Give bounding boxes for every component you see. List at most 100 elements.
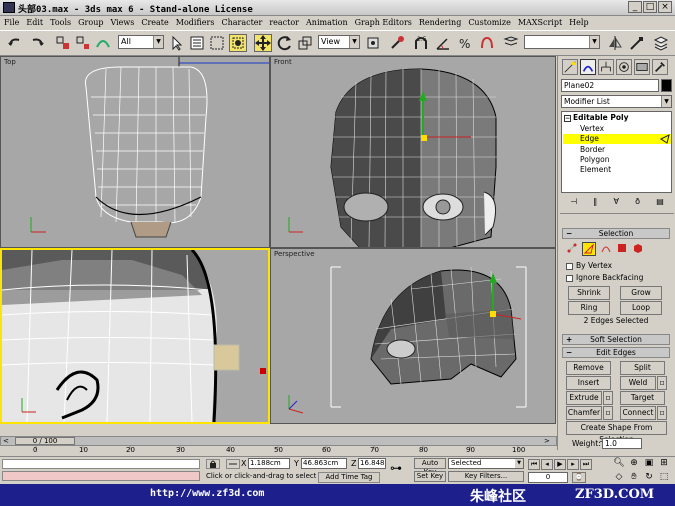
lock-selection-icon[interactable] xyxy=(206,459,220,469)
select-and-manipulate-icon[interactable] xyxy=(388,34,406,52)
viewport-perspective[interactable]: Perspective xyxy=(270,248,556,424)
create-tab-icon[interactable] xyxy=(562,59,578,75)
arc-rotate-icon[interactable]: ↻ xyxy=(642,472,656,485)
layer-manager-icon[interactable] xyxy=(652,34,670,52)
viewport-front[interactable]: Front xyxy=(270,56,556,248)
select-and-scale-icon[interactable] xyxy=(296,34,314,52)
app-icon[interactable] xyxy=(3,2,15,13)
unlink-icon[interactable] xyxy=(74,34,92,52)
set-key-button[interactable]: Set Key xyxy=(414,471,446,482)
redo-icon[interactable] xyxy=(28,34,46,52)
go-to-end-icon[interactable]: ⏭ xyxy=(580,459,592,470)
key-filters-button[interactable]: Key Filters... xyxy=(448,471,524,482)
key-mode-select[interactable]: Selected ▼ xyxy=(448,458,524,469)
chamfer-settings-button[interactable]: ▫ xyxy=(603,406,613,420)
hierarchy-tab-icon[interactable] xyxy=(598,59,614,75)
menu-create[interactable]: Create xyxy=(137,16,171,27)
undo-icon[interactable] xyxy=(6,34,24,52)
menu-views[interactable]: Views xyxy=(106,16,137,27)
loop-button[interactable]: Loop xyxy=(620,301,662,315)
weld-button[interactable]: Weld xyxy=(620,376,656,390)
border-level-icon[interactable] xyxy=(600,242,612,256)
zoom-icon[interactable]: 🔍︎ xyxy=(612,458,626,471)
zoom-all-icon[interactable]: ⊕ xyxy=(627,458,641,471)
viewport-left-active[interactable] xyxy=(0,248,270,424)
select-object-icon[interactable] xyxy=(168,34,186,52)
viewport-label-front[interactable]: Front xyxy=(274,58,292,66)
time-configuration-icon[interactable]: ⌚ xyxy=(572,472,586,483)
prev-frame-icon[interactable]: < xyxy=(3,437,13,445)
mirror-icon[interactable] xyxy=(606,34,624,52)
make-unique-icon[interactable]: ∀ xyxy=(613,197,618,211)
pin-stack-icon[interactable]: ⊣ xyxy=(570,197,577,211)
edit-named-selection-icon[interactable] xyxy=(502,34,520,52)
spinner-snap-icon[interactable] xyxy=(478,34,496,52)
display-tab-icon[interactable] xyxy=(634,59,650,75)
vertex-level-icon[interactable] xyxy=(566,242,578,256)
select-and-rotate-icon[interactable] xyxy=(276,34,294,52)
extrude-button[interactable]: Extrude xyxy=(566,391,602,405)
menu-rendering[interactable]: Rendering xyxy=(415,16,464,27)
reference-coordinate-select[interactable]: View ▼ xyxy=(318,35,360,49)
pan-icon[interactable]: ✋︎ xyxy=(627,472,641,485)
maximize-viewport-icon[interactable]: ⬚ xyxy=(657,472,671,485)
select-and-link-icon[interactable] xyxy=(54,34,72,52)
next-frame-button-icon[interactable]: ▸ xyxy=(567,459,579,470)
menu-group[interactable]: Group xyxy=(74,16,106,27)
stack-item-vertex[interactable]: Vertex xyxy=(580,124,604,133)
edit-edges-rollout-header[interactable]: − Edit Edges xyxy=(562,347,670,358)
shrink-button[interactable]: Shrink xyxy=(568,286,610,300)
modifier-list-select[interactable]: Modifier List ▼ xyxy=(561,95,672,108)
window-crossing-icon[interactable] xyxy=(229,34,247,52)
menu-character[interactable]: Character xyxy=(217,16,265,27)
bind-space-warp-icon[interactable] xyxy=(94,34,112,52)
previous-frame-icon[interactable]: ◂ xyxy=(541,459,553,470)
viewport-label-perspective[interactable]: Perspective xyxy=(274,250,315,258)
by-vertex-checkbox[interactable]: By Vertex xyxy=(566,261,612,270)
banner-url[interactable]: http://www.zf3d.com xyxy=(150,488,264,499)
close-button[interactable]: × xyxy=(658,1,672,13)
modify-tab-icon[interactable] xyxy=(580,59,596,75)
weld-settings-button[interactable]: ▫ xyxy=(657,376,667,390)
menu-file[interactable]: File xyxy=(0,16,22,27)
stack-item-element[interactable]: Element xyxy=(580,165,611,174)
create-shape-button[interactable]: Create Shape From Selection xyxy=(566,421,667,444)
ring-button[interactable]: Ring xyxy=(568,301,610,315)
play-icon[interactable]: ▶ xyxy=(554,459,566,470)
zoom-extents-all-icon[interactable]: ⊞ xyxy=(657,458,671,471)
grow-button[interactable]: Grow xyxy=(620,286,662,300)
z-coordinate-field[interactable]: 16.848cm xyxy=(358,458,386,469)
select-by-name-icon[interactable] xyxy=(188,34,206,52)
maximize-button[interactable]: □ xyxy=(643,1,657,13)
connect-settings-button[interactable]: ▫ xyxy=(657,406,667,420)
weight-spinner[interactable]: 1.0 xyxy=(602,438,642,449)
stack-item-editable-poly[interactable]: − Editable Poly xyxy=(564,113,628,122)
menu-edit[interactable]: Edit xyxy=(22,16,46,27)
time-slider[interactable]: < 0 / 100 > xyxy=(0,436,557,446)
remove-button[interactable]: Remove xyxy=(566,361,611,375)
percent-snap-icon[interactable]: % xyxy=(456,34,474,52)
selection-rollout-header[interactable]: − Selection xyxy=(562,228,670,239)
target-weld-button[interactable]: Target Weld xyxy=(620,391,665,414)
time-slider-thumb[interactable]: 0 / 100 xyxy=(15,437,75,445)
extrude-settings-button[interactable]: ▫ xyxy=(603,391,613,405)
menu-help[interactable]: Help xyxy=(565,16,591,27)
align-icon[interactable] xyxy=(628,34,646,52)
chamfer-button[interactable]: Chamfer xyxy=(566,406,602,420)
auto-key-button[interactable]: Auto Key xyxy=(414,458,446,476)
motion-tab-icon[interactable] xyxy=(616,59,632,75)
configure-modifier-sets-icon[interactable]: ▤ xyxy=(656,197,664,211)
split-button[interactable]: Split xyxy=(620,361,665,375)
field-of-view-icon[interactable]: ◇ xyxy=(612,472,626,485)
angle-snap-icon[interactable] xyxy=(434,34,452,52)
named-selection-set-input[interactable]: ▼ xyxy=(524,35,600,49)
snaps-toggle-icon[interactable]: 2.5 xyxy=(412,34,430,52)
absolute-mode-icon[interactable] xyxy=(226,459,240,469)
stack-item-polygon[interactable]: Polygon xyxy=(580,155,609,164)
object-name-field[interactable]: Plane02 xyxy=(561,79,659,92)
menu-modifiers[interactable]: Modifiers xyxy=(172,16,218,27)
pivot-center-icon[interactable] xyxy=(364,34,382,52)
polygon-level-icon[interactable] xyxy=(616,242,628,256)
select-and-move-icon[interactable] xyxy=(254,34,272,52)
stack-item-border[interactable]: Border xyxy=(580,145,605,154)
